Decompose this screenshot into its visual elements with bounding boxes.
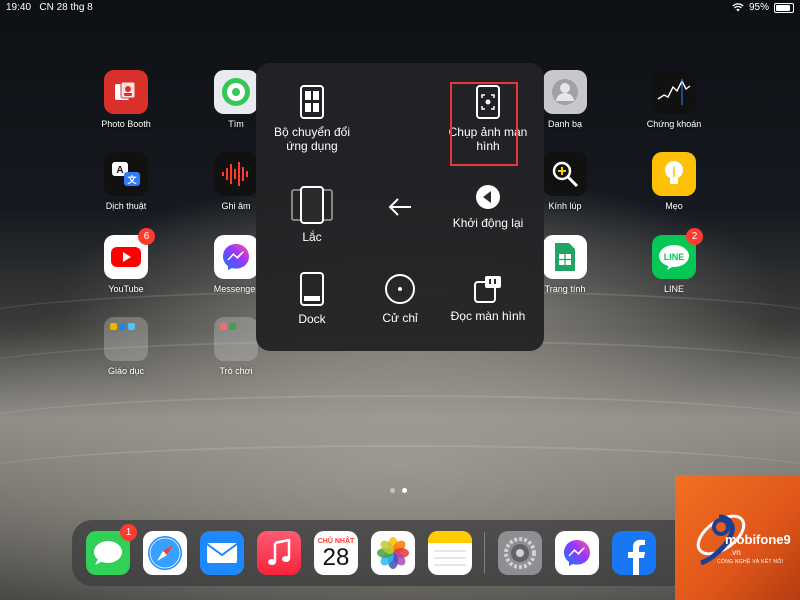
app-line[interactable]: LINE 2 LINE [634, 228, 714, 294]
folder-icon [104, 317, 148, 361]
dock-icon [300, 272, 324, 306]
photo-booth-icon [104, 70, 148, 114]
watermark-tagline: CÔNG NGHỆ VÀ KẾT NỐI [717, 559, 784, 565]
status-time: 19:40 [6, 2, 32, 13]
notes-icon [428, 531, 472, 566]
notification-badge: 1 [120, 524, 137, 541]
mail-icon [206, 543, 238, 563]
folder-giao-duc[interactable]: Giáo dục [86, 317, 166, 376]
dock-app-calendar[interactable]: CHỦ NHẬT 28 [314, 531, 358, 575]
dock-app-notes[interactable] [428, 531, 472, 575]
dock-app-mail[interactable] [200, 531, 244, 575]
menu-item-label: Khởi động lại [452, 216, 524, 230]
app-label: Photo Booth [101, 119, 151, 129]
messenger-icon [564, 540, 590, 566]
restart-icon [475, 184, 501, 210]
folder-preview [220, 323, 236, 330]
watermark-domain: .vn [730, 548, 741, 557]
home-screen: 19:40 CN 28 thg 8 95% Photo Booth Tìm Da… [0, 0, 800, 600]
menu-item-label: Cử chỉ [382, 311, 418, 325]
shake-icon [290, 186, 334, 224]
svg-text:A: A [116, 165, 123, 176]
youtube-icon: 6 [104, 228, 155, 279]
find-my-icon [214, 70, 258, 114]
menu-item-label: Lắc [302, 230, 322, 244]
svg-text:LINE: LINE [664, 252, 685, 262]
dock-separator [484, 532, 485, 574]
stocks-icon [652, 70, 696, 114]
menu-item-dock[interactable]: Dock [264, 251, 360, 347]
menu-item-restart[interactable]: Khởi động lại [440, 159, 536, 255]
app-chung-khoan[interactable]: Chứng khoán [634, 70, 714, 129]
menu-back-button[interactable] [352, 159, 448, 255]
notification-badge: 6 [138, 228, 155, 245]
contacts-icon [543, 70, 587, 114]
dock-app-settings[interactable] [498, 531, 542, 575]
dock-app-facebook[interactable] [612, 531, 656, 575]
battery-percent: 95% [748, 2, 769, 13]
menu-item-label: Dock [298, 312, 326, 326]
voice-memos-icon [214, 152, 258, 196]
messenger-icon [214, 235, 258, 279]
messages-icon [94, 541, 122, 565]
dock-app-messenger[interactable] [555, 531, 599, 575]
app-label: Mẹo [665, 201, 683, 211]
safari-icon [148, 536, 182, 570]
screenshot-highlight-box [450, 82, 518, 166]
folder-icon [214, 317, 258, 361]
music-icon [268, 539, 291, 565]
status-right: 95% [732, 2, 794, 13]
dock-app-safari[interactable] [143, 531, 187, 575]
app-dich-thuat[interactable]: A文 Dịch thuật [86, 152, 166, 211]
facebook-icon [628, 539, 645, 575]
sheets-icon [543, 235, 587, 279]
calendar-date: 28 [322, 543, 350, 571]
menu-item-shake[interactable]: Lắc [264, 167, 360, 263]
menu-item-label: Đọc màn hình [450, 309, 526, 323]
app-label: Chứng khoán [646, 119, 702, 129]
svg-text:文: 文 [126, 174, 137, 186]
magnifier-icon [543, 152, 587, 196]
battery-icon [774, 2, 794, 13]
wifi-icon [732, 3, 744, 12]
app-label: YouTube [108, 284, 144, 294]
dock: 1 CHỦ NHẬT 28 [72, 520, 692, 586]
page-dot-active [402, 488, 407, 493]
menu-item-gestures[interactable]: Cử chỉ [352, 251, 448, 347]
photos-icon [377, 537, 409, 569]
app-switcher-icon [300, 85, 324, 119]
dock-app-music[interactable] [257, 531, 301, 575]
menu-item-label: Bộ chuyển đổi ứng dụng [273, 125, 351, 153]
app-meo[interactable]: Mẹo [634, 152, 714, 211]
app-label: Trò chơi [219, 366, 253, 376]
status-bar: 19:40 CN 28 thg 8 95% [0, 0, 800, 14]
notification-badge: 2 [686, 228, 703, 245]
back-arrow-icon [388, 198, 411, 216]
page-indicator[interactable] [390, 488, 407, 493]
dock-app-messages[interactable]: 1 [86, 524, 137, 575]
line-icon: LINE 2 [652, 228, 703, 279]
status-left: 19:40 CN 28 thg 8 [6, 2, 93, 13]
status-date: CN 28 thg 8 [39, 2, 93, 13]
settings-gear-icon [504, 537, 536, 569]
menu-item-speak-screen[interactable]: Đọc màn hình [440, 251, 536, 347]
dock-app-photos[interactable] [371, 531, 415, 575]
translate-icon: A文 [104, 152, 148, 196]
watermark-brand: mobifone9 [725, 532, 791, 547]
app-label: Giáo dục [107, 366, 145, 376]
app-youtube[interactable]: 6 YouTube [86, 228, 166, 294]
app-label: LINE [663, 284, 684, 294]
speak-screen-icon [474, 275, 502, 303]
gestures-icon [384, 273, 416, 305]
tips-icon [652, 152, 696, 196]
app-label: Dịch thuật [105, 201, 147, 211]
menu-item-app-switcher[interactable]: Bộ chuyển đổi ứng dụng [264, 71, 360, 167]
page-dot [390, 488, 395, 493]
app-photo-booth[interactable]: Photo Booth [86, 70, 166, 129]
mobifone9-watermark: mobifone9 .vn CÔNG NGHỆ VÀ KẾT NỐI [675, 475, 800, 600]
folder-preview [110, 323, 135, 330]
